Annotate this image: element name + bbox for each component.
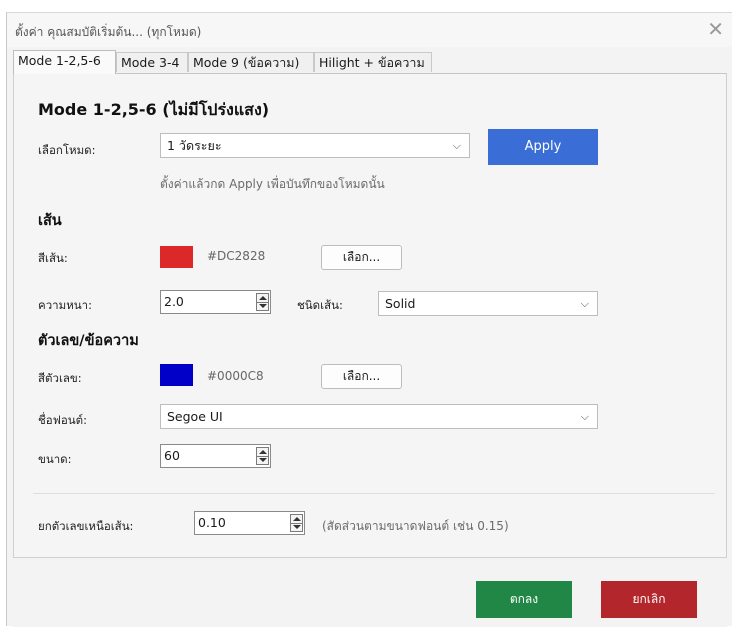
tab-mode-9[interactable]: Mode 9 (ข้อความ) [188,52,314,72]
lift-value: 0.10 [198,515,226,530]
size-label: ขนาด: [38,452,72,466]
spin-arrows-icon[interactable] [256,447,269,465]
size-stepper[interactable]: 60 [160,444,271,468]
lift-hint: (สัดส่วนตามขนาดฟอนต์ เช่น 0.15) [322,519,509,533]
font-value: Segoe UI [167,409,223,424]
line-color-hex: #DC2828 [207,249,266,263]
tab-mode-1-2-5-6[interactable]: Mode 1-2,5-6 [13,50,116,74]
tab-panel: Mode 1-2,5-6 (ไม่มีโปร่งแสง) เลือกโหมด: … [13,73,727,558]
line-color-swatch [160,246,193,268]
line-section-heading: เส้น [38,213,62,229]
mode-select[interactable]: 1 วัดระยะ ⌵ [160,133,470,158]
settings-dialog: ตั้งค่า คุณสมบัติเริ่มต้น... (ทุกโหมด) ✕… [6,12,732,627]
spin-arrows-icon[interactable] [290,514,303,532]
title-bar: ตั้งค่า คุณสมบัติเริ่มต้น... (ทุกโหมด) ✕ [7,13,732,47]
line-style-select[interactable]: Solid ⌵ [378,291,598,316]
line-color-label: สีเส้น: [38,251,68,265]
size-value: 60 [164,448,180,463]
font-select[interactable]: Segoe UI ⌵ [160,404,598,429]
background-strip [0,0,734,12]
cancel-button[interactable]: ยกเลิก [601,581,697,618]
line-style-label: ชนิดเส้น: [297,298,343,312]
thickness-stepper[interactable]: 2.0 [160,290,271,314]
apply-button[interactable]: Apply [488,129,598,165]
text-color-swatch [160,364,193,386]
line-color-pick-button[interactable]: เลือก... [321,245,402,270]
panel-heading: Mode 1-2,5-6 (ไม่มีโปร่งแสง) [38,100,270,119]
chevron-down-icon: ⌵ [580,410,589,423]
apply-hint: ตั้งค่าแล้วกด Apply เพื่อบันทึกของโหมดนั… [160,177,385,191]
tab-hilight[interactable]: Hilight + ข้อความ [314,52,432,72]
window-title: ตั้งค่า คุณสมบัติเริ่มต้น... (ทุกโหมด) [15,25,202,39]
lift-label: ยกตัวเลขเหนือเส้น: [38,519,134,533]
spin-arrows-icon[interactable] [256,293,269,311]
chevron-down-icon: ⌵ [580,297,589,310]
chevron-down-icon: ⌵ [452,139,461,152]
text-section-heading: ตัวเลข/ข้อความ [38,333,139,349]
tab-mode-3-4[interactable]: Mode 3-4 [116,52,188,72]
dialog-footer: ตกลง ยกเลิก [13,559,727,627]
close-icon[interactable]: ✕ [707,17,724,41]
thickness-label: ความหนา: [38,298,92,312]
lift-stepper[interactable]: 0.10 [194,511,305,535]
text-color-hex: #0000C8 [207,369,264,383]
mode-label: เลือกโหมด: [38,143,96,157]
text-color-pick-button[interactable]: เลือก... [321,364,402,389]
thickness-value: 2.0 [164,294,184,309]
divider [33,493,715,494]
text-color-label: สีตัวเลข: [38,371,82,385]
mode-select-value: 1 วัดระยะ [167,138,222,153]
ok-button[interactable]: ตกลง [476,581,572,618]
font-label: ชื่อฟอนต์: [38,413,87,427]
line-style-value: Solid [385,296,416,311]
